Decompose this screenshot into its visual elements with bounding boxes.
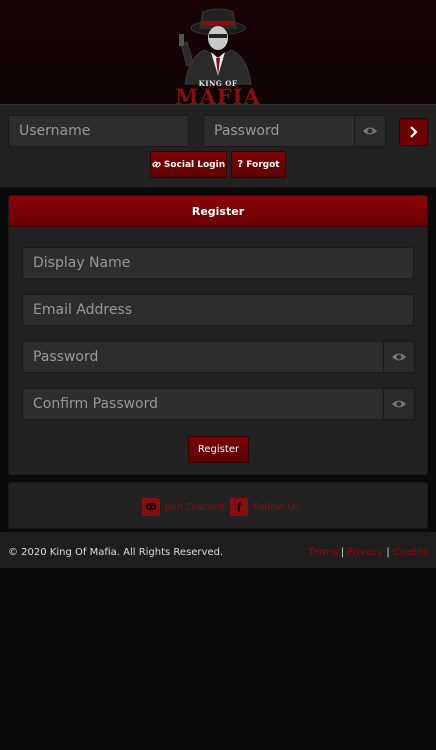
toggle-password-visibility-button[interactable] xyxy=(354,115,386,147)
email-input[interactable] xyxy=(22,294,414,326)
footer-separator: | xyxy=(386,547,390,558)
toggle-confirm-password-visibility-button[interactable] xyxy=(383,388,415,420)
social-login-label: Social Login xyxy=(163,159,226,170)
register-submit-button[interactable]: Register xyxy=(188,436,249,463)
discord-icon xyxy=(142,498,160,516)
register-panel-title: Register xyxy=(9,196,427,227)
follow-us-label: Follow Us xyxy=(253,501,301,513)
social-login-button[interactable]: Social Login xyxy=(150,151,227,178)
toggle-register-password-visibility-button[interactable] xyxy=(383,341,415,373)
register-panel: Register Register xyxy=(8,195,428,475)
footer-links: Terms | Privacy | Credits xyxy=(308,547,428,558)
privacy-link[interactable]: Privacy xyxy=(347,547,383,558)
eye-icon xyxy=(363,127,377,135)
eye-icon xyxy=(392,353,406,361)
username-input[interactable] xyxy=(8,115,189,147)
display-name-input[interactable] xyxy=(22,247,414,279)
terms-link[interactable]: Terms xyxy=(308,547,337,558)
copyright-text: © 2020 King Of Mafia. All Rights Reserve… xyxy=(8,547,224,558)
eye-icon xyxy=(392,400,406,408)
login-submit-button[interactable] xyxy=(399,118,428,146)
login-bar: Social Login ? Forgot xyxy=(0,104,436,188)
login-password-input[interactable] xyxy=(203,115,355,147)
follow-us-link[interactable]: f Follow Us xyxy=(230,498,300,516)
register-password-input[interactable] xyxy=(22,341,384,373)
join-discord-link[interactable]: Join Discord xyxy=(142,498,224,516)
social-panel: Join Discord f Follow Us xyxy=(8,482,428,529)
forgot-label: Forgot xyxy=(246,159,280,170)
site-header: KING OF MAFIA xyxy=(0,0,436,109)
credits-link[interactable]: Credits xyxy=(393,547,428,558)
chevron-right-icon xyxy=(409,126,418,138)
question-icon: ? xyxy=(237,159,244,170)
confirm-password-input[interactable] xyxy=(22,388,384,420)
link-icon xyxy=(152,161,161,168)
facebook-icon: f xyxy=(230,498,248,516)
forgot-button[interactable]: ? Forgot xyxy=(231,151,286,178)
site-footer: © 2020 King Of Mafia. All Rights Reserve… xyxy=(0,532,436,568)
footer-separator: | xyxy=(340,547,345,558)
king-of-mafia-logo[interactable]: KING OF MAFIA xyxy=(163,6,273,109)
join-discord-label: Join Discord xyxy=(165,501,224,513)
